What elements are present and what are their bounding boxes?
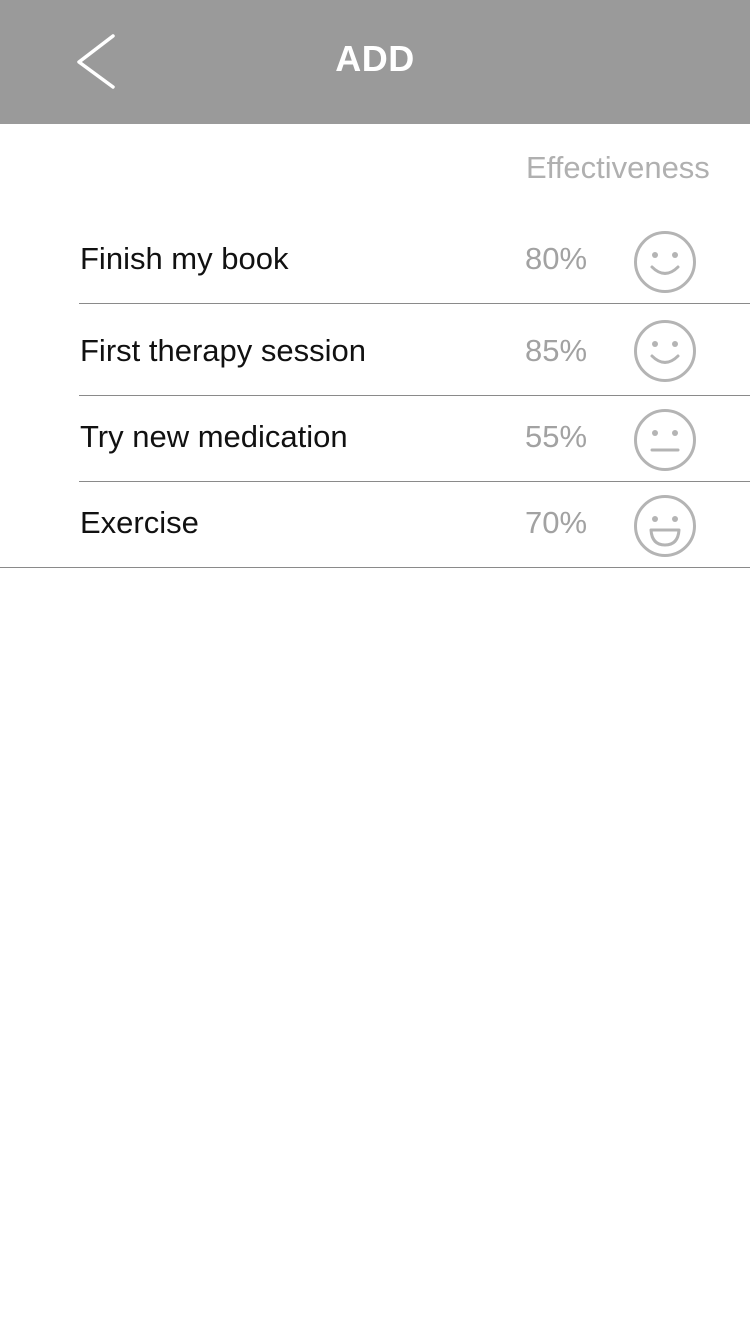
effectiveness-column-header: Effectiveness xyxy=(526,150,710,185)
goal-label: First therapy session xyxy=(80,333,366,368)
list-item[interactable]: Try new medication 55% xyxy=(0,397,750,483)
goal-label: Exercise xyxy=(80,505,199,540)
page-title: ADD xyxy=(335,38,415,79)
list-item[interactable]: Finish my book 80% xyxy=(0,215,750,305)
effectiveness-value: 55% xyxy=(525,419,588,454)
list-item[interactable]: Exercise 70% xyxy=(0,483,750,569)
row-divider xyxy=(79,395,750,396)
row-divider xyxy=(0,567,750,568)
goal-label: Try new medication xyxy=(80,419,348,454)
list-item[interactable]: First therapy session 85% xyxy=(0,305,750,397)
effectiveness-value: 80% xyxy=(525,241,588,276)
effectiveness-value: 70% xyxy=(525,505,588,540)
smile-face-icon xyxy=(633,230,697,294)
row-divider xyxy=(79,303,750,304)
smile-face-icon xyxy=(633,319,697,383)
neutral-face-icon xyxy=(633,408,697,472)
grin-face-icon xyxy=(633,494,697,558)
header-bar: ADD xyxy=(0,0,750,124)
row-divider xyxy=(79,481,750,482)
effectiveness-value: 85% xyxy=(525,333,588,368)
goal-label: Finish my book xyxy=(80,241,289,276)
